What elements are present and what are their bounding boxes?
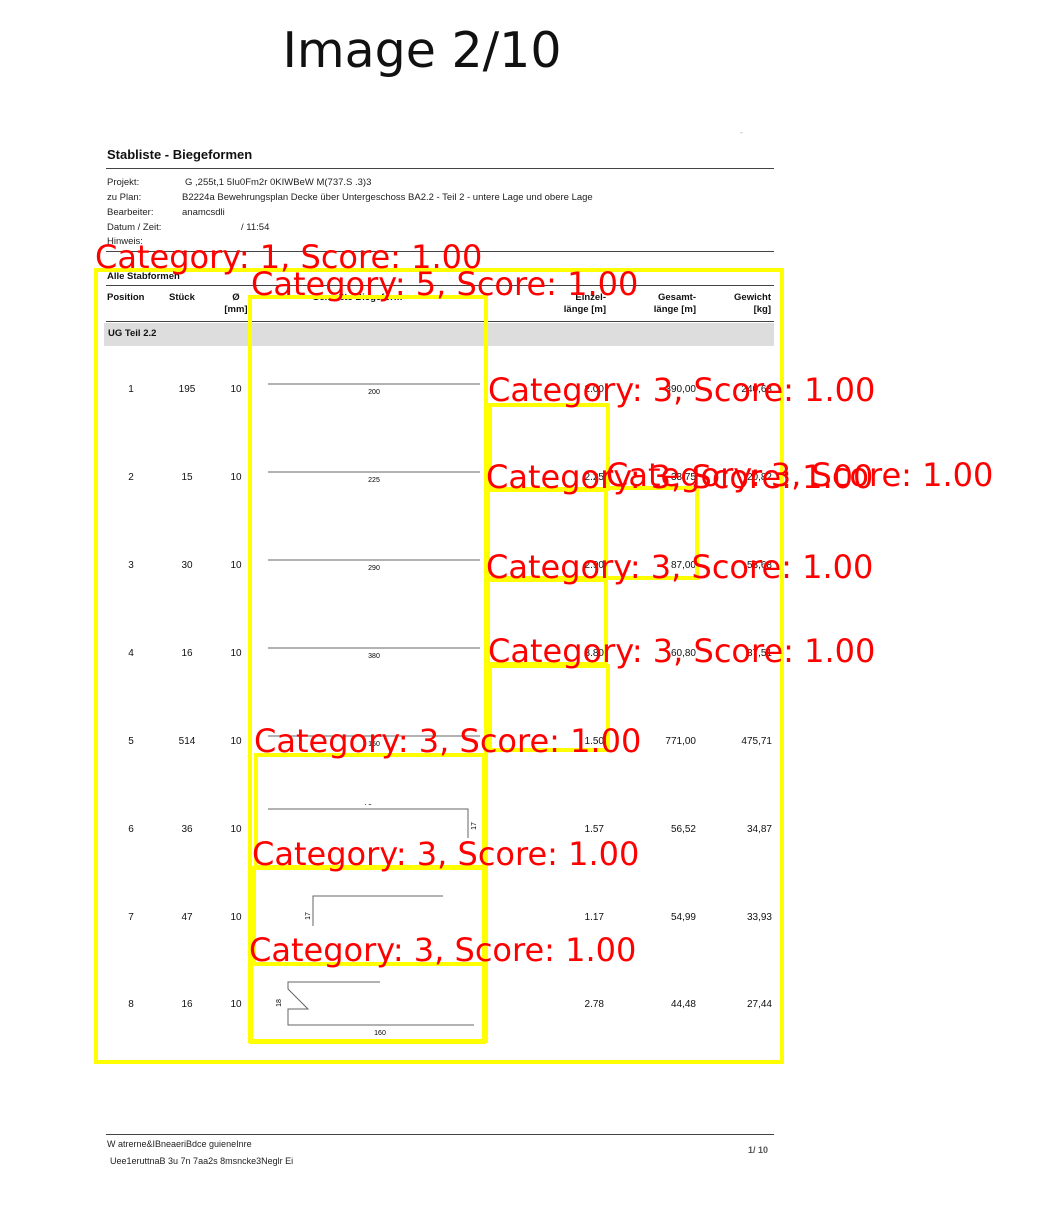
corner-mark: -: [740, 128, 743, 137]
meta-label-project: Projekt:: [107, 177, 140, 188]
annotation-label: Category: 3, Score: 1.00: [488, 632, 876, 670]
annotation-label: Category: 5, Score: 1.00: [251, 265, 639, 303]
annotation-label: Category: 3, Score: 1.00: [254, 722, 642, 760]
page-number: 1/ 10: [748, 1145, 769, 1155]
meta-value-editor: anamcsdli: [182, 207, 225, 218]
meta-value-plan: B2224a Bewehrungsplan Decke über Unterge…: [182, 192, 593, 203]
image-title: Image 2/10: [282, 22, 562, 79]
meta-label-plan: zu Plan:: [107, 192, 142, 203]
annotation-label: Category: 3, Score: 1.00: [488, 371, 876, 409]
annotation-label: Category: 3, Score: 1.00: [252, 835, 640, 873]
annotation-label: Category: 3, Score: 1.00: [486, 458, 874, 496]
title-divider: [106, 168, 774, 169]
footer-line-2: Uee1eruttnaB 3u 7n 7aa2s 8msncke3Neglr E…: [110, 1156, 294, 1166]
footer-line-1: W atrerne&IBneaeriBdce guieneInre: [107, 1139, 252, 1149]
meta-value-datetime: / 11:54: [241, 222, 270, 233]
footer-divider: [106, 1134, 774, 1135]
document-title: Stabliste - Biegeformen: [107, 147, 253, 162]
annotation-box: [249, 962, 486, 1044]
annotation-label: Category: 3, Score: 1.00: [249, 931, 637, 969]
meta-value-project: G ,255t,1 5Iu0Fm2r 0KIWBeW M(737.S .3)3: [185, 177, 372, 188]
meta-label-datetime: Datum / Zeit:: [107, 222, 162, 233]
meta-label-editor: Bearbeiter:: [107, 207, 154, 218]
annotation-label: Category: 3, Score: 1.00: [486, 548, 874, 586]
